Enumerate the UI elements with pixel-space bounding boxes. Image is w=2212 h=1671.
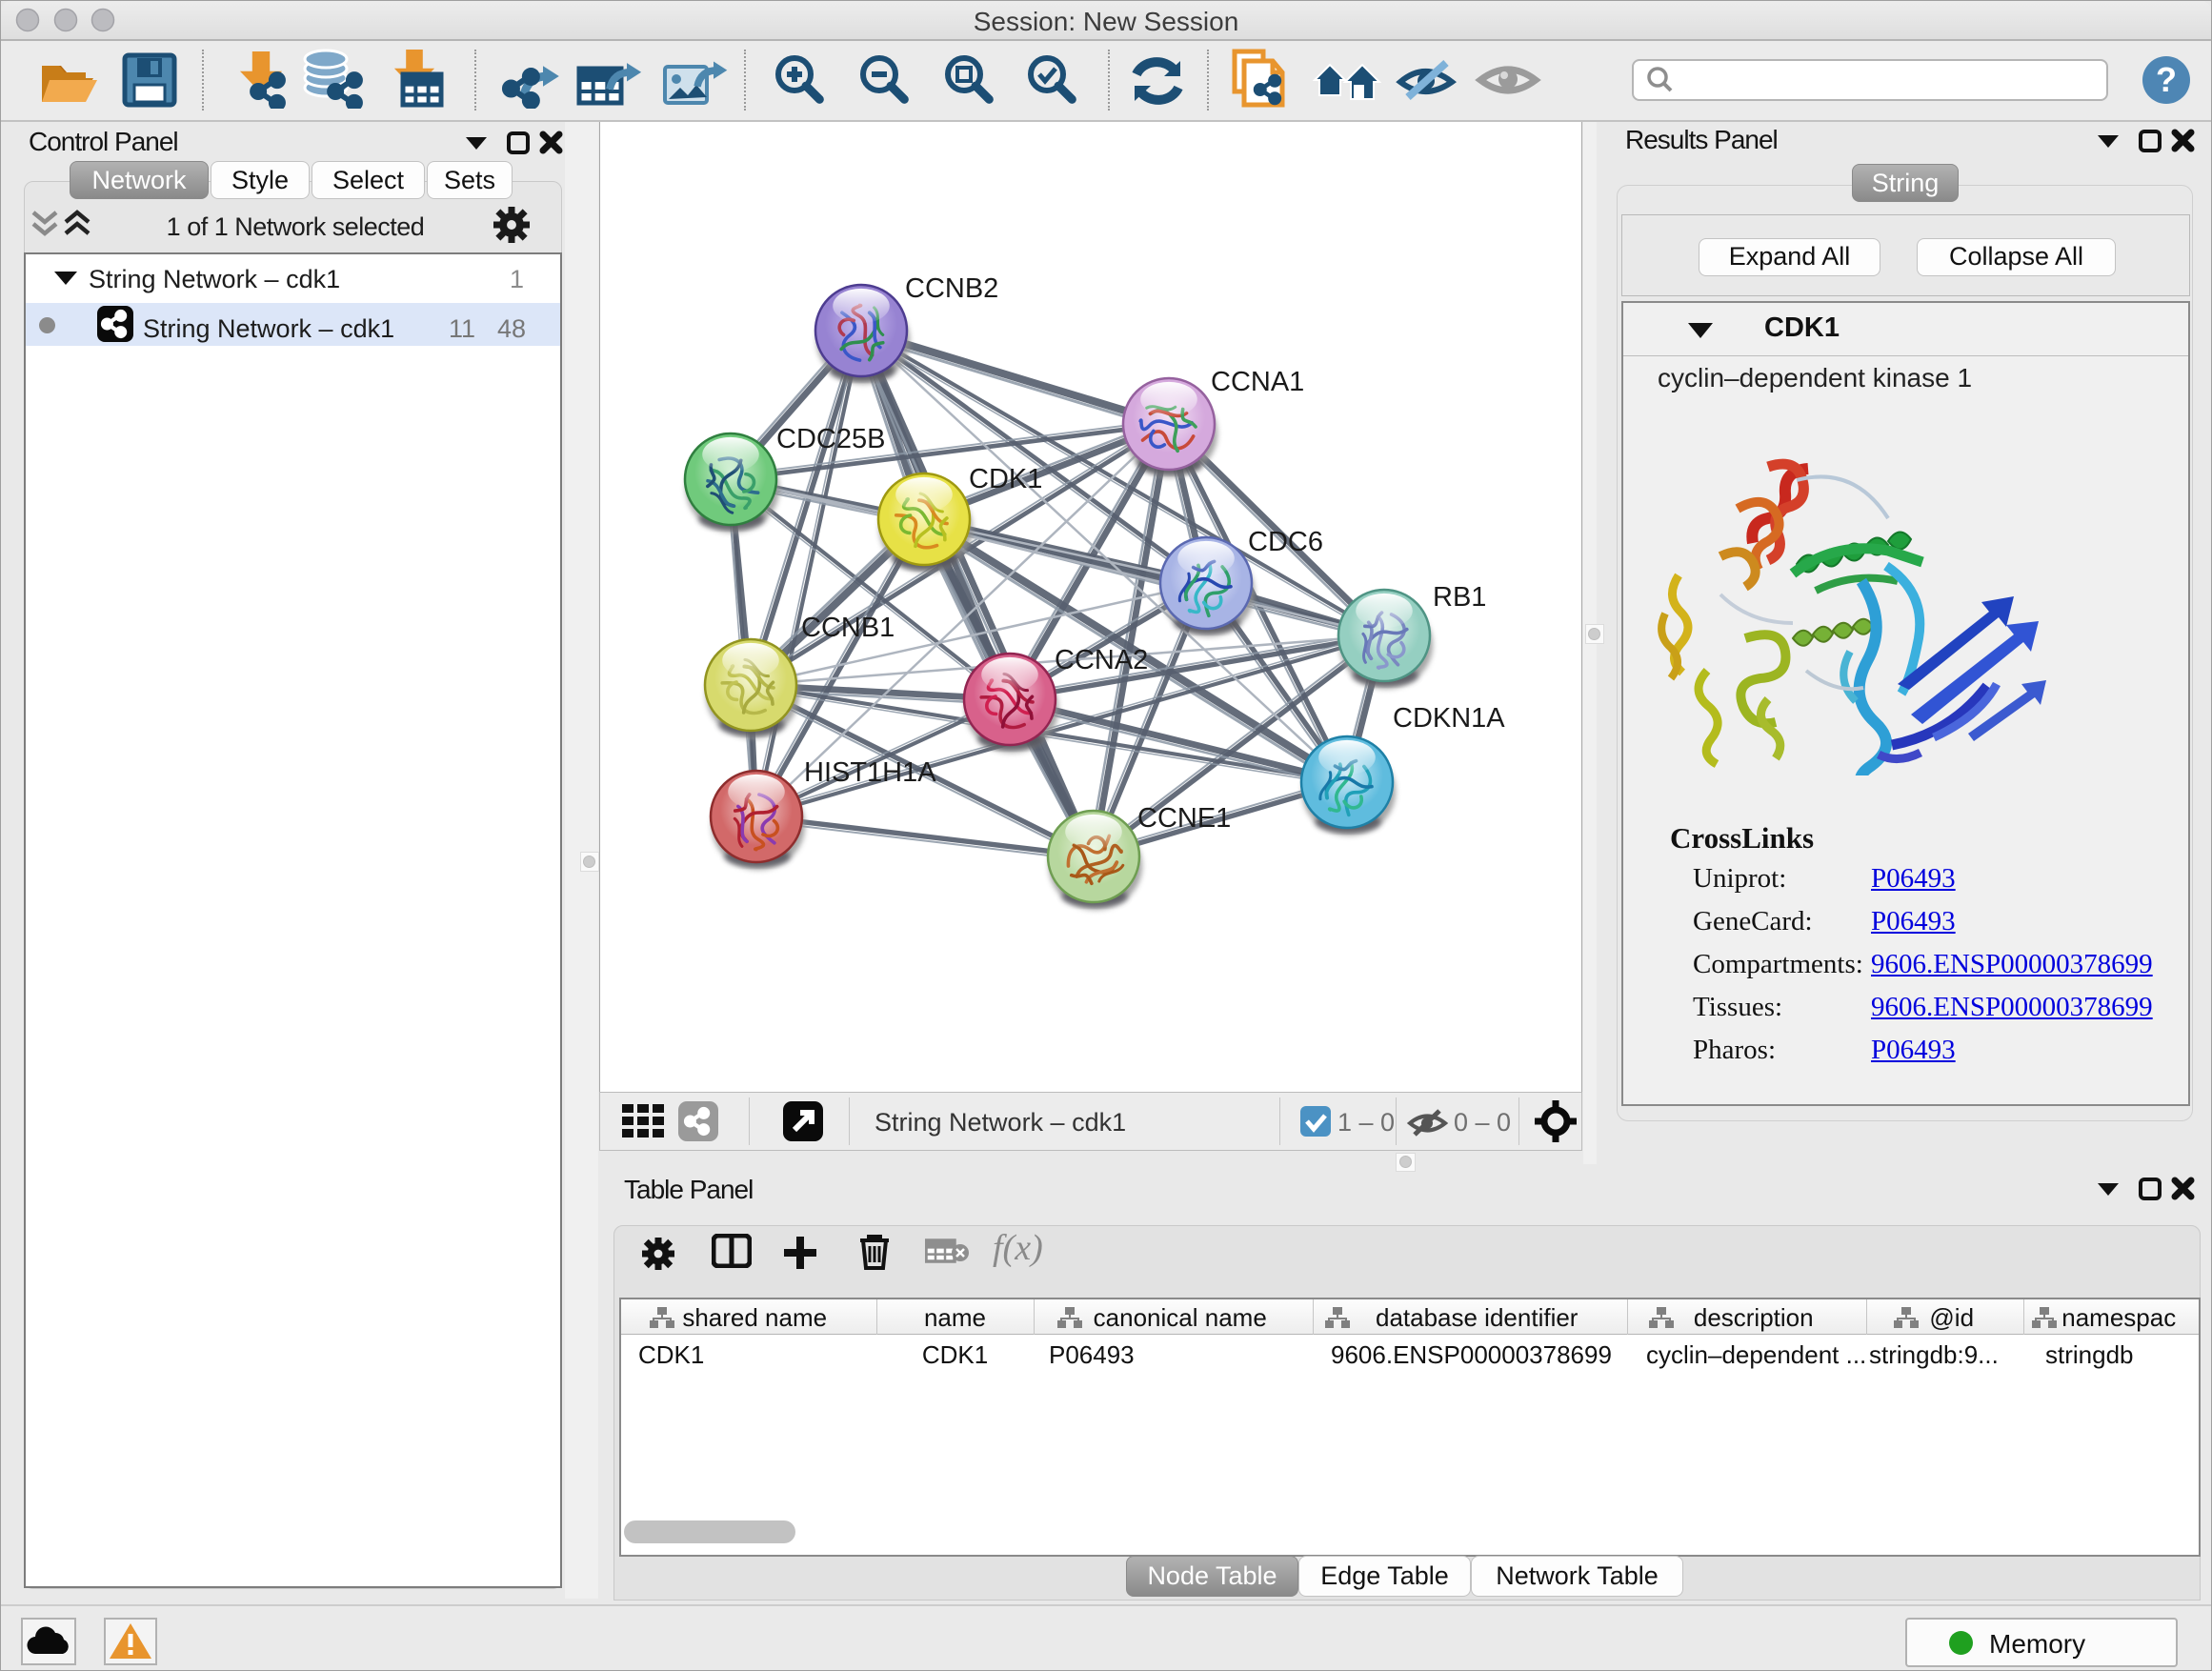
- svg-text:CDC25B: CDC25B: [776, 424, 885, 454]
- svg-text:HIST1H1A: HIST1H1A: [804, 757, 936, 788]
- svg-text:CDK1: CDK1: [969, 464, 1042, 494]
- svg-text:?: ?: [2156, 60, 2177, 99]
- svg-text:CDKN1A: CDKN1A: [1393, 703, 1505, 734]
- svg-text:CCNB1: CCNB1: [801, 613, 895, 643]
- svg-text:CDC6: CDC6: [1248, 527, 1323, 557]
- svg-text:RB1: RB1: [1433, 582, 1486, 613]
- svg-text:CCNB2: CCNB2: [905, 273, 998, 304]
- svg-text:CCNE1: CCNE1: [1137, 803, 1231, 834]
- svg-text:CCNA2: CCNA2: [1055, 645, 1148, 675]
- svg-text:CCNA1: CCNA1: [1211, 367, 1304, 397]
